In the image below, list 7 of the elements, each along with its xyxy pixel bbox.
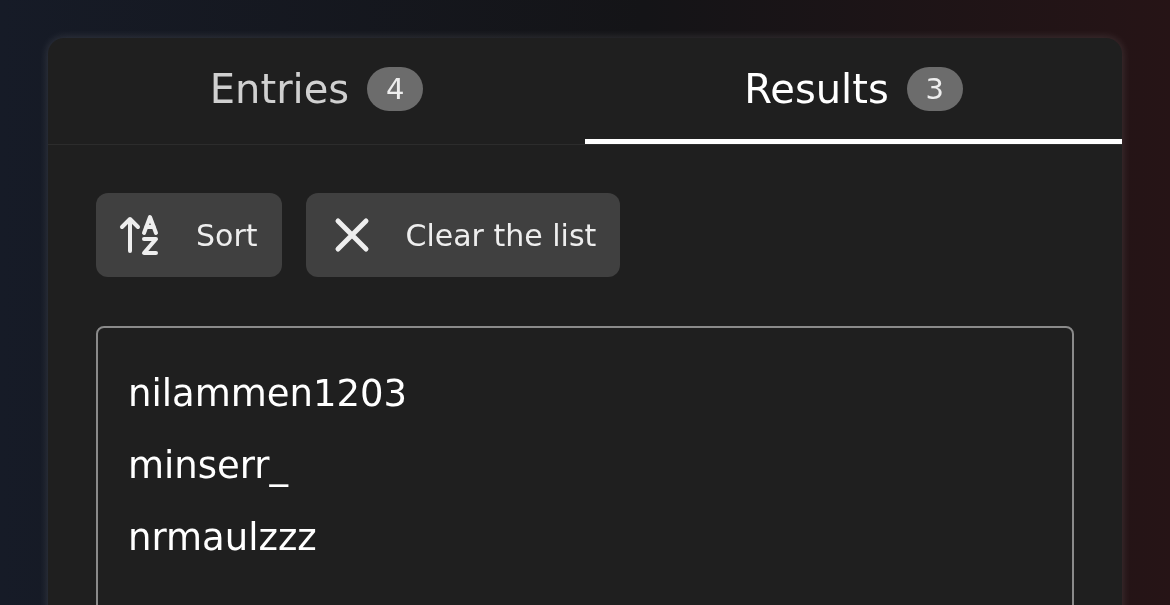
tab[interactable]: Entries 4 bbox=[48, 38, 585, 144]
sort-button[interactable]: Sort bbox=[96, 193, 282, 277]
clear-button[interactable]: Clear the list bbox=[305, 193, 621, 277]
results-field[interactable]: nilammen1203 minserr_ nrmaulzzz bbox=[96, 326, 1074, 605]
count-badge: 3 bbox=[906, 66, 963, 111]
count-badge: 4 bbox=[367, 66, 424, 111]
tab[interactable]: Results 3 bbox=[585, 38, 1122, 144]
